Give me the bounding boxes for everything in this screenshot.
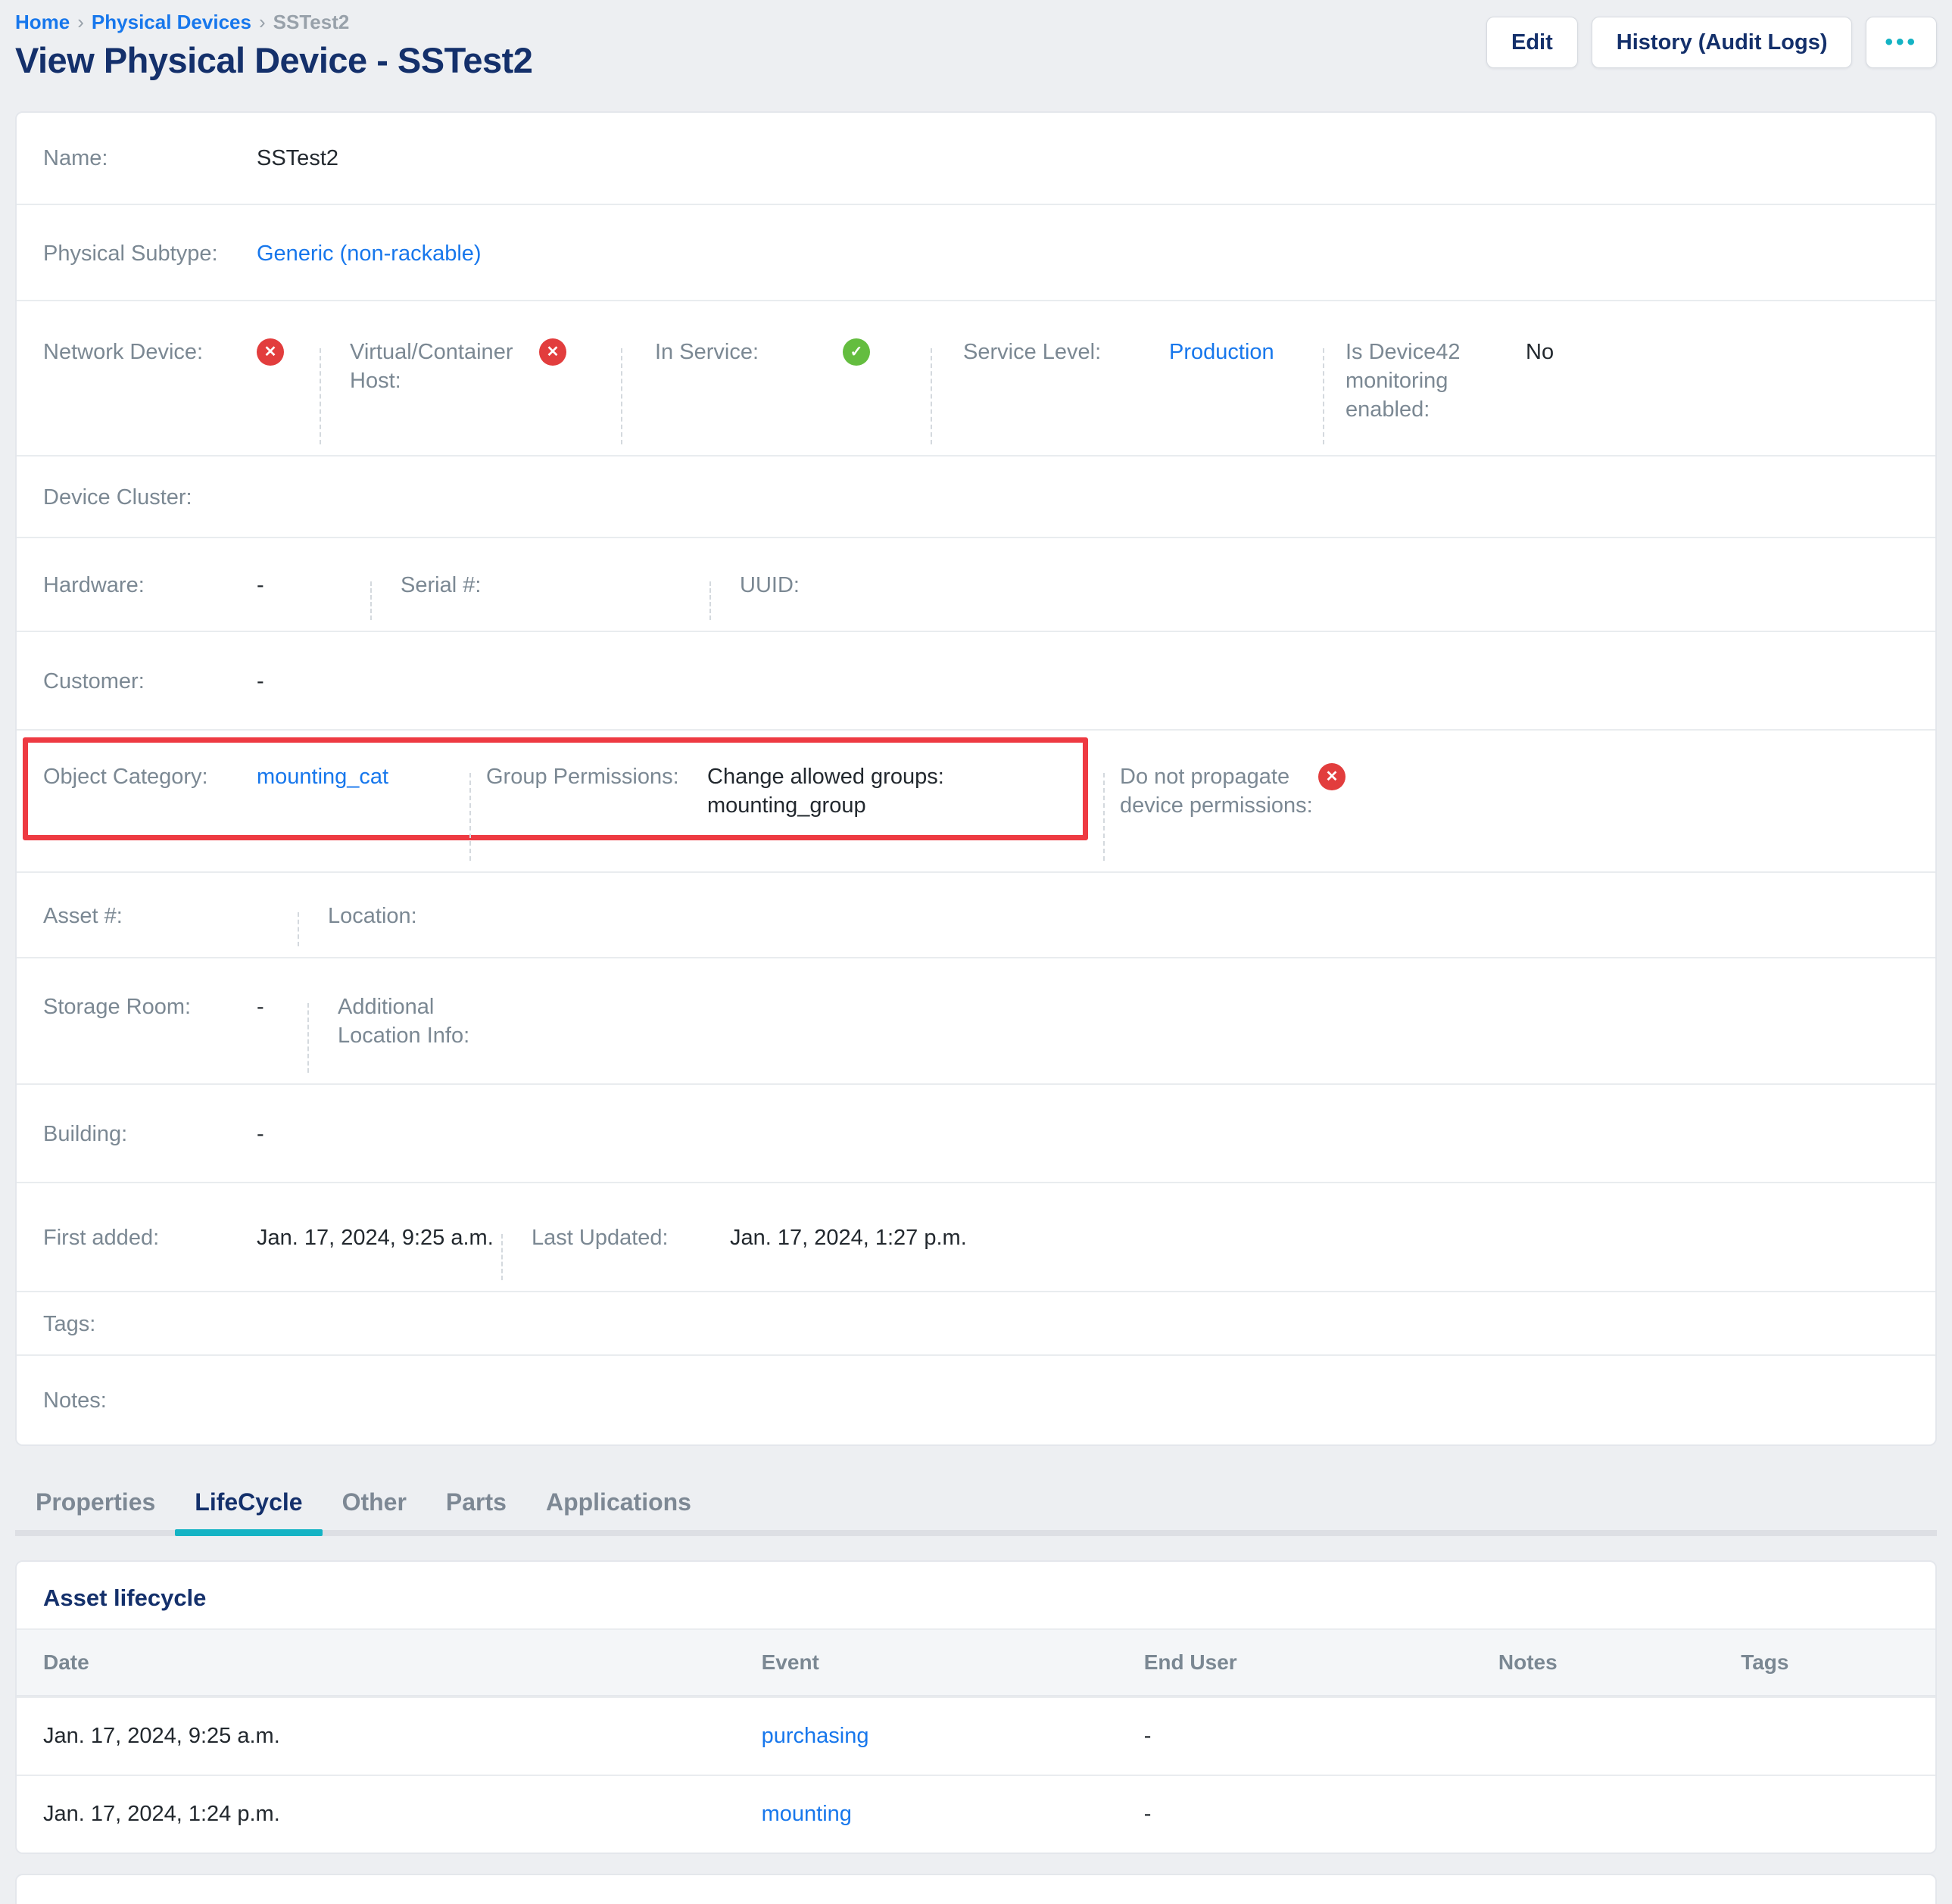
building-value: - (257, 1120, 264, 1148)
edit-button[interactable]: Edit (1486, 17, 1578, 68)
device-details-card: Name: SSTest2 Physical Subtype: Generic … (15, 111, 1937, 1446)
group-permissions-value: Change allowed groups: mounting_group (707, 762, 1103, 820)
lifecycle-date: Jan. 17, 2024, 9:25 a.m. (43, 1724, 762, 1749)
object-category-label: Object Category: (43, 762, 257, 791)
serial-label: Serial #: (401, 571, 614, 600)
lifecycle-end-user: - (1144, 1724, 1498, 1749)
tags-label: Tags: (43, 1310, 257, 1338)
location-label: Location: (328, 902, 541, 930)
lifecycle-row: Jan. 17, 2024, 9:25 a.m. purchasing - (17, 1697, 1935, 1775)
tab-applications[interactable]: Applications (526, 1488, 711, 1530)
device-cluster-label: Device Cluster: (43, 483, 257, 512)
page: Home›Physical Devices›SSTest2 View Physi… (0, 0, 1952, 1887)
asset-number-label: Asset #: (43, 902, 257, 930)
hardware-value: - (257, 571, 264, 600)
lifecycle-end-user: - (1144, 1802, 1498, 1827)
storage-room-value: - (257, 993, 264, 1021)
history-audit-logs-button[interactable]: History (Audit Logs) (1592, 17, 1853, 68)
breadcrumb-separator: › (70, 11, 92, 33)
physical-subtype-label: Physical Subtype: (43, 239, 257, 268)
row-customer: Customer: - (17, 631, 1935, 729)
storage-room-label: Storage Room: (43, 993, 257, 1021)
in-service-label: In Service: (655, 338, 843, 366)
tab-other[interactable]: Other (323, 1488, 426, 1530)
row-tags: Tags: (17, 1291, 1935, 1354)
row-device-cluster: Device Cluster: (17, 455, 1935, 537)
d42-monitoring-value: No (1526, 338, 1554, 366)
row-storage-room: Storage Room: - Additional Location Info… (17, 957, 1935, 1083)
row-notes: Notes: (17, 1354, 1935, 1444)
breadcrumb-home-link[interactable]: Home (15, 11, 70, 33)
breadcrumb-current: SSTest2 (273, 11, 350, 33)
building-label: Building: (43, 1120, 257, 1148)
name-value: SSTest2 (257, 144, 338, 173)
row-name: Name: SSTest2 (17, 113, 1935, 204)
tab-properties[interactable]: Properties (15, 1488, 175, 1530)
notes-label: Notes: (43, 1386, 257, 1415)
header-actions: Edit History (Audit Logs) ••• (1486, 17, 1937, 68)
first-added-value: Jan. 17, 2024, 9:25 a.m. (257, 1223, 494, 1252)
d42-monitoring-label: Is Device42 monitoring enabled: (1346, 338, 1526, 424)
last-updated-value: Jan. 17, 2024, 1:27 p.m. (730, 1223, 967, 1252)
column-header-tags: Tags (1741, 1650, 1909, 1675)
row-object-category: Object Category: mounting_cat Group Perm… (17, 729, 1935, 871)
lifecycle-row: Jan. 17, 2024, 1:24 p.m. mounting - (17, 1775, 1935, 1853)
page-header: Home›Physical Devices›SSTest2 View Physi… (15, 0, 1937, 81)
hardware-label: Hardware: (43, 571, 257, 600)
asset-lifecycle-card: Asset lifecycle Date Event End User Note… (15, 1560, 1937, 1854)
row-hardware: Hardware: - Serial #: UUID: (17, 537, 1935, 631)
column-header-end-user: End User (1144, 1650, 1498, 1675)
do-not-propagate-no-icon: ✕ (1318, 763, 1346, 790)
name-label: Name: (43, 144, 257, 173)
additional-location-info-label: Additional Location Info: (338, 993, 521, 1050)
service-level-label: Service Level: (963, 338, 1169, 366)
row-physical-subtype: Physical Subtype: Generic (non-rackable) (17, 204, 1935, 300)
more-actions-button[interactable]: ••• (1866, 17, 1937, 68)
virtual-container-host-label: Virtual/Container Host: (350, 338, 539, 395)
in-service-yes-icon: ✓ (843, 338, 870, 366)
row-dates: First added: Jan. 17, 2024, 9:25 a.m. La… (17, 1182, 1935, 1291)
last-updated-label: Last Updated: (532, 1223, 730, 1252)
tab-parts[interactable]: Parts (426, 1488, 526, 1530)
lifecycle-date: Jan. 17, 2024, 1:24 p.m. (43, 1802, 762, 1827)
do-not-propagate-label: Do not propagate device permissions: (1120, 762, 1318, 820)
column-header-notes: Notes (1498, 1650, 1741, 1675)
row-status-flags: Network Device: ✕ Virtual/Container Host… (17, 300, 1935, 455)
asset-lifecycle-title: Asset lifecycle (17, 1562, 1935, 1630)
row-building: Building: - (17, 1083, 1935, 1182)
customer-value: - (257, 667, 264, 696)
network-device-no-icon: ✕ (257, 338, 284, 366)
network-device-label: Network Device: (43, 338, 257, 366)
group-permissions-label: Group Permissions: (486, 762, 707, 791)
uuid-label: UUID: (740, 571, 953, 600)
row-asset-location: Asset #: Location: (17, 871, 1935, 957)
object-category-link[interactable]: mounting_cat (257, 762, 388, 791)
first-added-label: First added: (43, 1223, 257, 1252)
column-header-date: Date (43, 1650, 762, 1675)
detail-tabs: Properties LifeCycle Other Parts Applica… (15, 1488, 1937, 1536)
service-level-link[interactable]: Production (1169, 338, 1274, 366)
breadcrumb-physical-devices-link[interactable]: Physical Devices (92, 11, 251, 33)
event-purchasing-link[interactable]: purchasing (762, 1724, 869, 1748)
event-mounting-link[interactable]: mounting (762, 1802, 852, 1826)
breadcrumb-separator: › (251, 11, 273, 33)
column-header-event: Event (762, 1650, 1144, 1675)
lifecycle-event-link: purchasing (762, 1724, 1144, 1749)
next-card-top-edge (15, 1874, 1937, 1904)
lifecycle-table-header: Date Event End User Notes Tags (17, 1630, 1935, 1697)
tab-lifecycle[interactable]: LifeCycle (175, 1488, 322, 1530)
customer-label: Customer: (43, 667, 257, 696)
physical-subtype-link[interactable]: Generic (non-rackable) (257, 239, 482, 268)
virtual-container-host-no-icon: ✕ (539, 338, 566, 366)
lifecycle-event-link: mounting (762, 1802, 1144, 1827)
